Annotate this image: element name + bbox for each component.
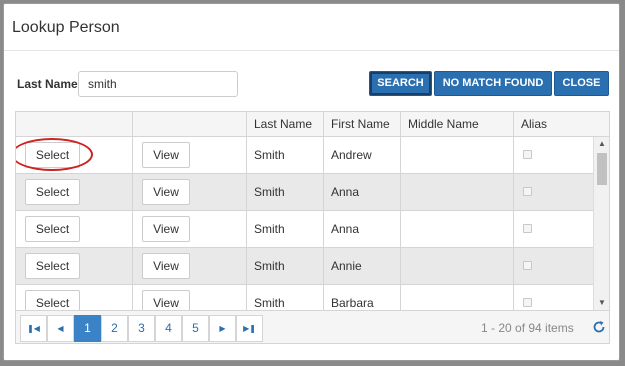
close-button[interactable]: CLOSE <box>554 71 609 96</box>
scroll-down-icon[interactable]: ▼ <box>594 296 610 310</box>
middle-name-cell <box>400 137 513 173</box>
select-button[interactable]: Select <box>25 179 80 205</box>
table-row: Select View Smith Anna <box>16 174 593 211</box>
last-name-cell: Smith <box>246 211 323 247</box>
middle-name-cell <box>400 211 513 247</box>
last-name-label: Last Name <box>17 77 78 91</box>
no-match-found-button[interactable]: NO MATCH FOUND <box>434 71 552 96</box>
alias-cell <box>513 285 593 310</box>
first-name-cell: Barbara <box>323 285 400 310</box>
alias-cell <box>513 211 593 247</box>
view-button[interactable]: View <box>142 142 190 168</box>
dialog-header: Lookup Person <box>4 4 619 51</box>
scroll-up-icon[interactable]: ▲ <box>594 137 610 151</box>
table-row: Select View Smith Andrew <box>16 137 593 174</box>
alias-checkbox[interactable] <box>523 224 532 233</box>
view-button[interactable]: View <box>142 216 190 242</box>
alias-checkbox[interactable] <box>523 298 532 307</box>
select-cell: Select <box>16 285 132 310</box>
column-header-select <box>16 112 132 137</box>
page-button-4[interactable]: 4 <box>155 315 182 342</box>
grid-rows: Select View Smith Andrew Select View Smi… <box>16 137 593 310</box>
next-page-icon[interactable]: ▶ <box>209 315 236 342</box>
refresh-icon[interactable] <box>592 320 606 334</box>
dialog-title: Lookup Person <box>12 19 120 36</box>
page-button-3[interactable]: 3 <box>128 315 155 342</box>
column-header-first-name[interactable]: First Name <box>323 112 400 137</box>
table-row: Select View Smith Barbara <box>16 285 593 310</box>
first-name-cell: Annie <box>323 248 400 284</box>
view-cell: View <box>132 174 246 210</box>
select-cell: Select <box>16 211 132 247</box>
grid-scrollbar[interactable]: ▲ ▼ <box>593 137 609 310</box>
previous-page-icon[interactable]: ◀ <box>47 315 74 342</box>
page-button-1[interactable]: 1 <box>74 315 101 342</box>
column-header-view <box>132 112 246 137</box>
view-cell: View <box>132 137 246 173</box>
alias-cell <box>513 174 593 210</box>
results-grid: Last Name First Name Middle Name Alias S… <box>15 111 610 344</box>
grid-header: Last Name First Name Middle Name Alias <box>16 112 609 137</box>
column-header-alias[interactable]: Alias <box>513 112 609 137</box>
last-name-cell: Smith <box>246 248 323 284</box>
lookup-person-dialog: Lookup Person Last Name SEARCH NO MATCH … <box>3 3 620 361</box>
select-cell: Select <box>16 137 132 173</box>
view-button[interactable]: View <box>142 290 190 310</box>
column-header-last-name[interactable]: Last Name <box>246 112 323 137</box>
view-button[interactable]: View <box>142 179 190 205</box>
select-cell: Select <box>16 174 132 210</box>
search-toolbar: Last Name SEARCH NO MATCH FOUND CLOSE <box>4 51 619 114</box>
view-cell: View <box>132 248 246 284</box>
first-name-cell: Anna <box>323 174 400 210</box>
select-button[interactable]: Select <box>25 142 80 168</box>
page-button-2[interactable]: 2 <box>101 315 128 342</box>
view-cell: View <box>132 285 246 310</box>
table-row: Select View Smith Anna <box>16 211 593 248</box>
select-button[interactable]: Select <box>25 290 80 310</box>
table-row: Select View Smith Annie <box>16 248 593 285</box>
alias-checkbox[interactable] <box>523 187 532 196</box>
select-button[interactable]: Select <box>25 216 80 242</box>
view-button[interactable]: View <box>142 253 190 279</box>
select-button[interactable]: Select <box>25 253 80 279</box>
middle-name-cell <box>400 248 513 284</box>
first-name-cell: Anna <box>323 211 400 247</box>
last-name-cell: Smith <box>246 137 323 173</box>
middle-name-cell <box>400 174 513 210</box>
last-page-icon[interactable]: ▶❚ <box>236 315 263 342</box>
alias-cell <box>513 248 593 284</box>
search-button[interactable]: SEARCH <box>369 71 432 96</box>
middle-name-cell <box>400 285 513 310</box>
pager-info: 1 - 20 of 94 items <box>481 321 574 335</box>
alias-checkbox[interactable] <box>523 150 532 159</box>
alias-checkbox[interactable] <box>523 261 532 270</box>
select-cell: Select <box>16 248 132 284</box>
scroll-thumb[interactable] <box>597 153 607 185</box>
last-name-input[interactable] <box>78 71 238 97</box>
last-name-cell: Smith <box>246 285 323 310</box>
view-cell: View <box>132 211 246 247</box>
last-name-cell: Smith <box>246 174 323 210</box>
page-button-5[interactable]: 5 <box>182 315 209 342</box>
grid-pager: ❚◀ ◀ 1 2 3 4 5 ▶ ▶❚ 1 - 20 of 94 items <box>16 310 609 343</box>
alias-cell <box>513 137 593 173</box>
first-page-icon[interactable]: ❚◀ <box>20 315 47 342</box>
column-header-middle-name[interactable]: Middle Name <box>400 112 513 137</box>
first-name-cell: Andrew <box>323 137 400 173</box>
